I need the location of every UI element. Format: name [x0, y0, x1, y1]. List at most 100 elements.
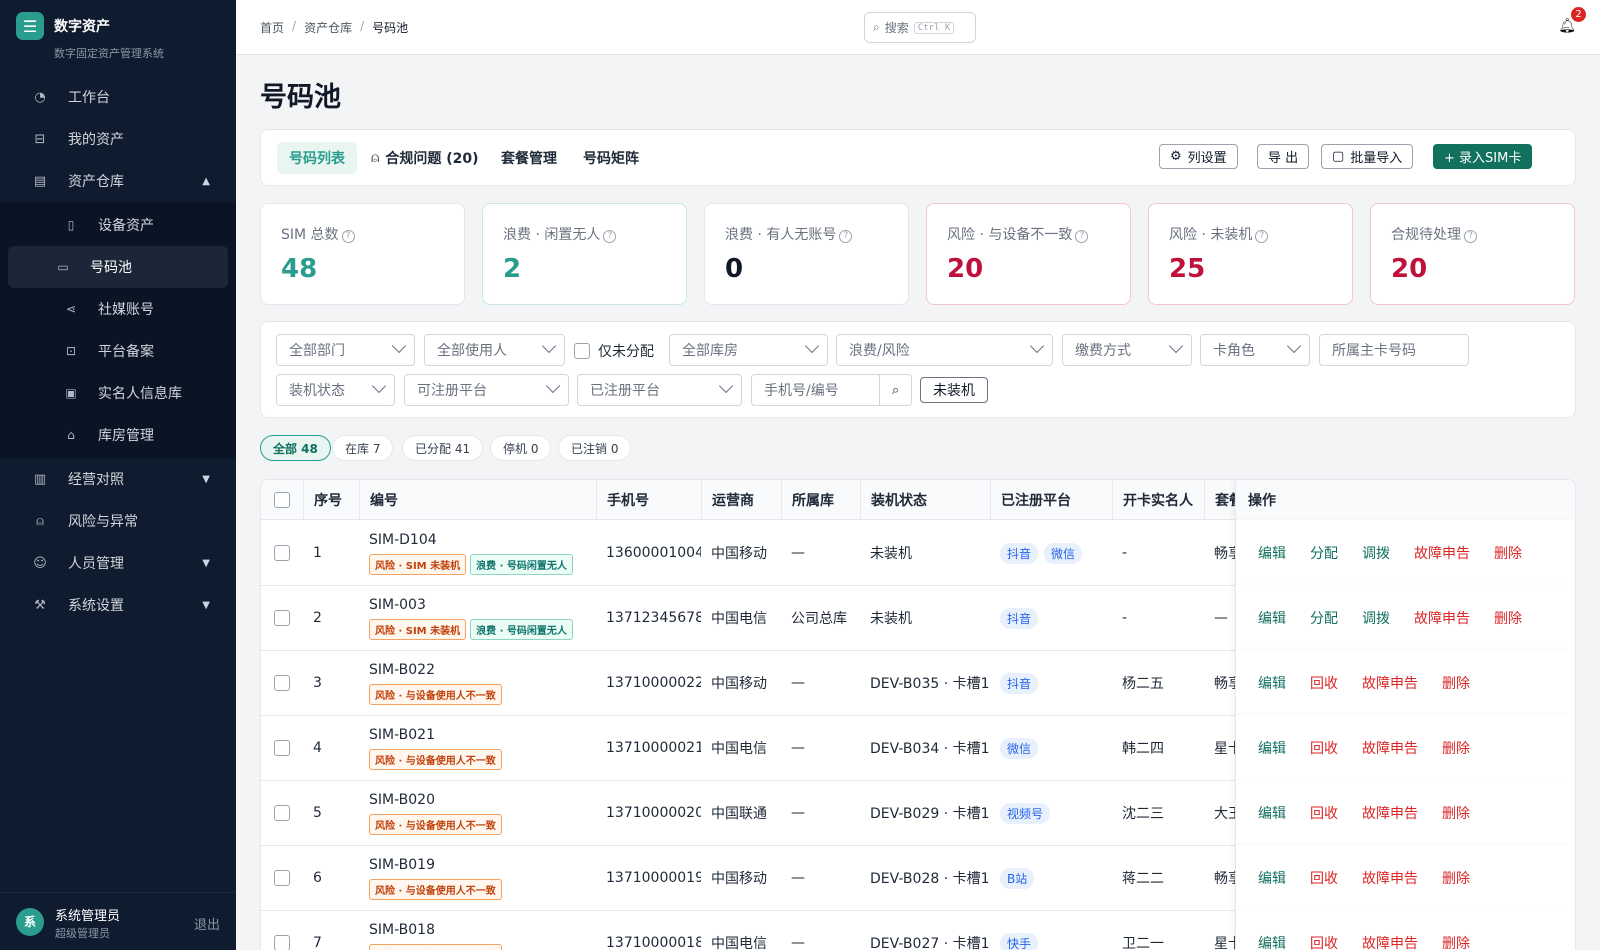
action-edit-link[interactable]: 编辑: [1258, 868, 1286, 888]
payment-select[interactable]: 缴费方式: [1062, 334, 1192, 366]
warehouse-select[interactable]: 全部库房: [669, 334, 828, 366]
tab-compliance[interactable]: ⍝ 合规问题 (20): [359, 142, 491, 174]
row-checkbox[interactable]: [274, 610, 290, 626]
help-icon[interactable]: ?: [603, 230, 617, 243]
user-select[interactable]: 全部使用人: [424, 334, 565, 366]
breadcrumb-home[interactable]: 首页: [260, 19, 284, 36]
status-pill-assigned[interactable]: 已分配 41: [402, 435, 484, 461]
row-checkbox[interactable]: [274, 740, 290, 756]
action-assign-link[interactable]: 分配: [1310, 543, 1338, 563]
help-icon[interactable]: ?: [839, 230, 853, 243]
sidebar-item-people[interactable]: ☺ 人员管理 ▼: [0, 542, 236, 584]
sidebar-subitem-number-pool[interactable]: ▭ 号码池: [8, 246, 228, 288]
export-button[interactable]: 导 出: [1257, 144, 1310, 169]
action-edit-link[interactable]: 编辑: [1258, 803, 1286, 823]
help-icon[interactable]: ?: [1255, 230, 1269, 243]
action-report-link[interactable]: 故障申告: [1414, 543, 1470, 563]
tab-number-list[interactable]: 号码列表: [277, 142, 357, 174]
install-status-select[interactable]: 装机状态: [276, 374, 395, 406]
sidebar-subitem-realname[interactable]: ▣ 实名人信息库: [8, 372, 228, 414]
action-report-link[interactable]: 故障申告: [1362, 738, 1418, 758]
action-delete-link[interactable]: 删除: [1494, 543, 1522, 563]
unassigned-checkbox[interactable]: 仅未分配: [574, 341, 654, 361]
user-role: 超级管理员: [55, 927, 110, 940]
action-edit-link[interactable]: 编辑: [1258, 738, 1286, 758]
help-icon[interactable]: ?: [1464, 230, 1477, 243]
global-search[interactable]: ⌕ 搜索 Ctrl K: [864, 12, 976, 43]
row-checkbox[interactable]: [274, 675, 290, 691]
phone-search-input[interactable]: 手机号/编号: [751, 374, 880, 406]
add-sim-button[interactable]: + 录入SIM卡: [1433, 144, 1533, 169]
not-installed-button[interactable]: 未装机: [920, 377, 988, 403]
action-assign-link[interactable]: 分配: [1310, 608, 1338, 628]
row-checkbox-cell[interactable]: [261, 650, 303, 716]
tab-plans[interactable]: 套餐管理: [489, 142, 569, 174]
action-edit-link[interactable]: 编辑: [1258, 543, 1286, 563]
logout-button[interactable]: 退出: [194, 914, 220, 933]
action-edit-link[interactable]: 编辑: [1258, 673, 1286, 693]
status-pill-in-stock[interactable]: 在库 7: [332, 435, 394, 461]
action-delete-link[interactable]: 删除: [1442, 738, 1470, 758]
batch-import-button[interactable]: ▢ 批量导入: [1321, 144, 1414, 169]
row-checkbox-cell[interactable]: [261, 585, 303, 651]
row-checkbox-cell[interactable]: [261, 780, 303, 846]
registered-select[interactable]: 已注册平台: [577, 374, 742, 406]
action-edit-link[interactable]: 编辑: [1258, 608, 1286, 628]
checkbox-box[interactable]: [574, 343, 590, 359]
row-checkbox-cell[interactable]: [261, 520, 303, 586]
help-icon[interactable]: ?: [1075, 230, 1089, 243]
row-checkbox-cell[interactable]: [261, 715, 303, 781]
action-transfer-link[interactable]: 调拨: [1362, 543, 1390, 563]
dept-select[interactable]: 全部部门: [276, 334, 415, 366]
chevron-down-icon: ▼: [202, 473, 210, 485]
sidebar-item-settings[interactable]: ⚒ 系统设置 ▼: [0, 584, 236, 626]
action-recycle-link[interactable]: 回收: [1310, 868, 1338, 888]
stat-label-text: SIM 总数: [281, 227, 339, 243]
status-pill-all[interactable]: 全部 48: [260, 435, 331, 461]
main-card-input[interactable]: 所属主卡号码: [1319, 334, 1469, 366]
sidebar-item-asset-warehouse[interactable]: ▤ 资产仓库 ▲: [0, 160, 236, 202]
status-pill-cancelled[interactable]: 已注销 0: [558, 435, 632, 461]
action-report-link[interactable]: 故障申告: [1414, 608, 1470, 628]
action-transfer-link[interactable]: 调拨: [1362, 608, 1390, 628]
sidebar-item-business[interactable]: ▥ 经营对照 ▼: [0, 458, 236, 500]
can-register-select[interactable]: 可注册平台: [404, 374, 569, 406]
row-checkbox-cell[interactable]: [261, 845, 303, 911]
status-pill-suspended[interactable]: 停机 0: [490, 435, 552, 461]
sidebar-subitem-devices[interactable]: ▯ 设备资产: [8, 204, 228, 246]
action-delete-link[interactable]: 删除: [1442, 803, 1470, 823]
sidebar-subitem-social[interactable]: ⋖ 社媒账号: [8, 288, 228, 330]
row-checkbox[interactable]: [274, 935, 290, 950]
action-report-link[interactable]: 故障申告: [1362, 673, 1418, 693]
action-delete-link[interactable]: 删除: [1442, 868, 1470, 888]
row-checkbox[interactable]: [274, 545, 290, 561]
action-edit-link[interactable]: 编辑: [1258, 933, 1286, 950]
action-recycle-link[interactable]: 回收: [1310, 673, 1338, 693]
checkbox-box[interactable]: [274, 492, 290, 508]
column-settings-button[interactable]: ⚙ 列设置: [1159, 144, 1238, 169]
sidebar-subitem-platform-filing[interactable]: ⊡ 平台备案: [8, 330, 228, 372]
action-recycle-link[interactable]: 回收: [1310, 803, 1338, 823]
row-checkbox[interactable]: [274, 805, 290, 821]
breadcrumb-warehouse[interactable]: 资产仓库: [304, 19, 352, 36]
sidebar-subitem-warehouse[interactable]: ⌂ 库房管理: [8, 414, 228, 456]
tab-matrix[interactable]: 号码矩阵: [571, 142, 651, 174]
action-report-link[interactable]: 故障申告: [1362, 868, 1418, 888]
sidebar-item-my-assets[interactable]: ⊟ 我的资产: [0, 118, 236, 160]
row-checkbox[interactable]: [274, 870, 290, 886]
action-report-link[interactable]: 故障申告: [1362, 933, 1418, 950]
action-recycle-link[interactable]: 回收: [1310, 738, 1338, 758]
sidebar-item-workbench[interactable]: ◔ 工作台: [0, 76, 236, 118]
sidebar-item-risk[interactable]: ⍝ 风险与异常: [0, 500, 236, 542]
select-all-checkbox[interactable]: [261, 480, 303, 520]
action-report-link[interactable]: 故障申告: [1362, 803, 1418, 823]
search-button[interactable]: ⌕: [880, 374, 912, 406]
help-icon[interactable]: ?: [341, 230, 355, 243]
action-recycle-link[interactable]: 回收: [1310, 933, 1338, 950]
card-role-select[interactable]: 卡角色: [1200, 334, 1310, 366]
action-delete-link[interactable]: 删除: [1442, 673, 1470, 693]
waste-risk-select[interactable]: 浪费/风险: [836, 334, 1053, 366]
action-delete-link[interactable]: 删除: [1494, 608, 1522, 628]
action-delete-link[interactable]: 删除: [1442, 933, 1470, 950]
row-checkbox-cell[interactable]: [261, 910, 303, 950]
